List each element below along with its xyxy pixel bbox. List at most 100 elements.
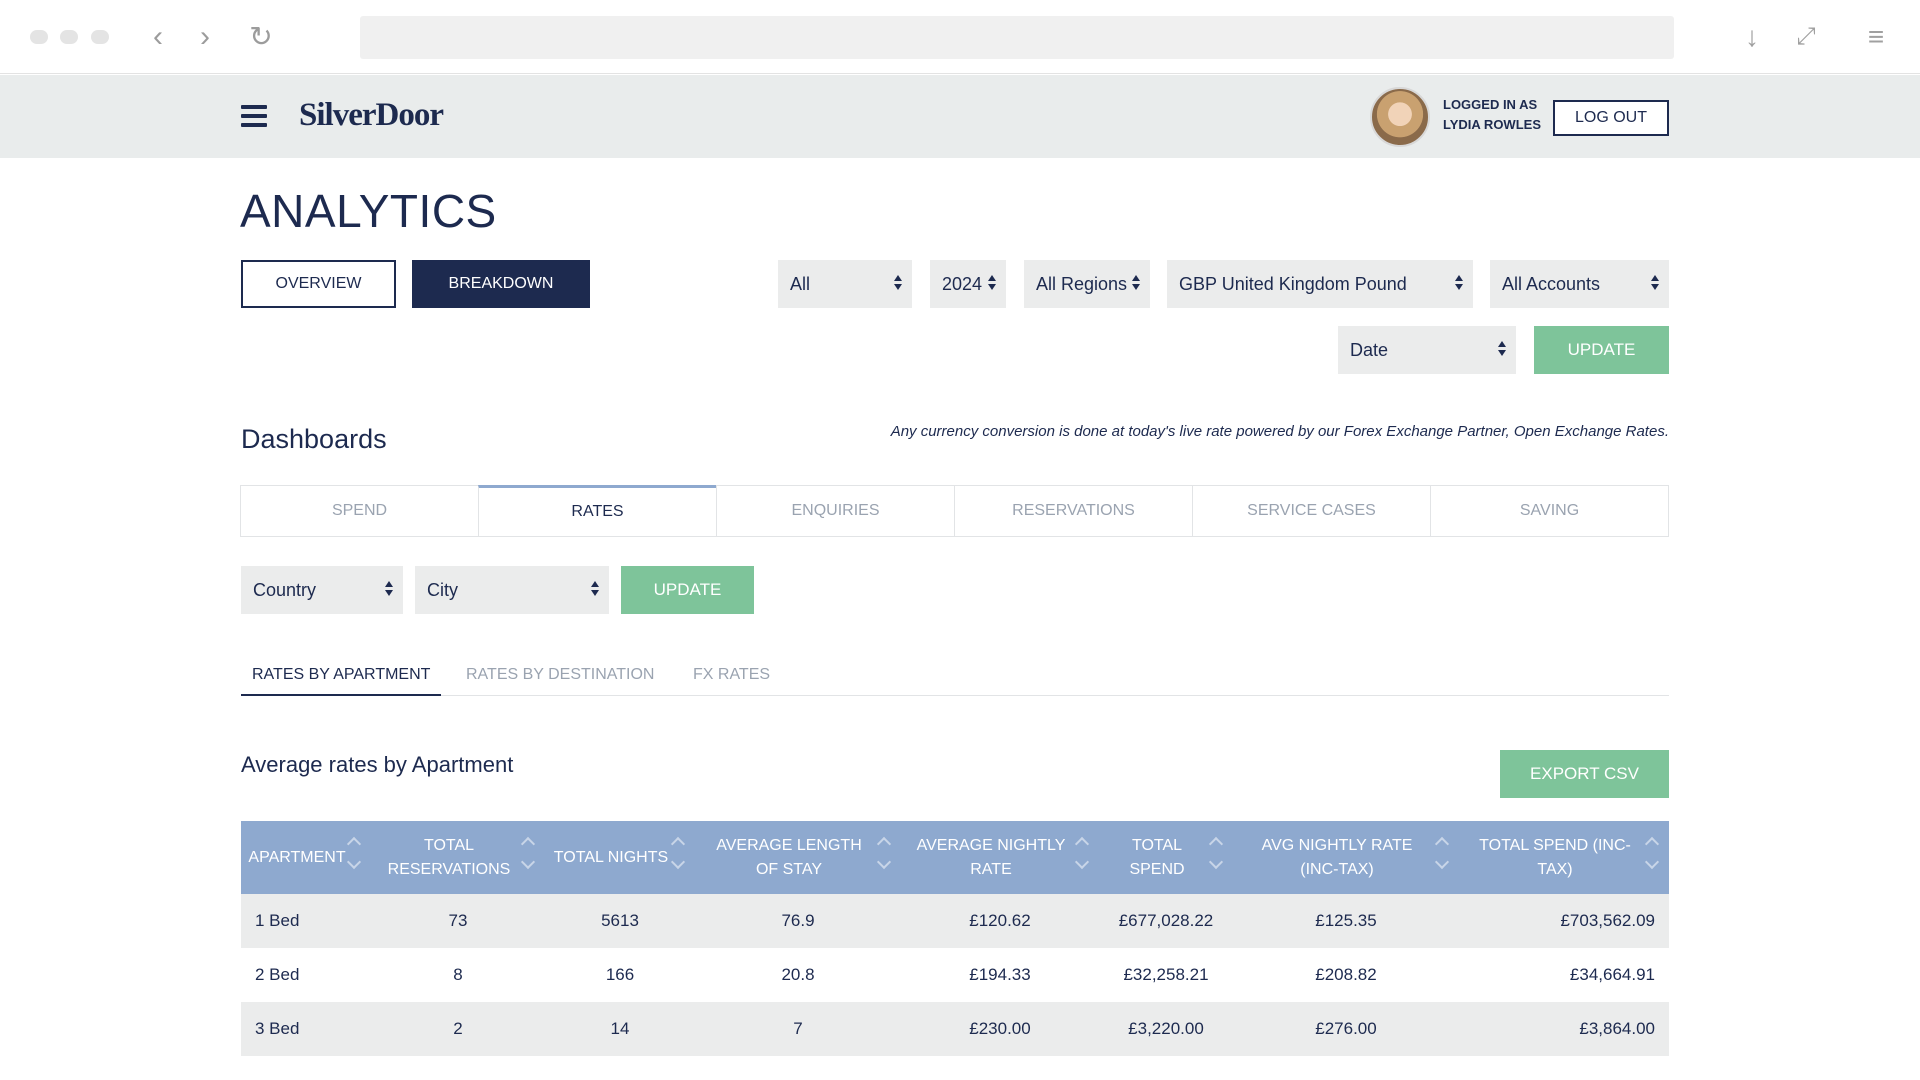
reload-icon[interactable]: ↻ <box>244 20 278 54</box>
column-header-total-nights[interactable]: TOTAL NIGHTS <box>545 821 695 894</box>
tab-reservations[interactable]: RESERVATIONS <box>954 485 1193 537</box>
logged-in-line-1: LOGGED IN AS <box>1443 97 1538 112</box>
logout-button[interactable]: LOG OUT <box>1553 100 1669 136</box>
table-cell: 76.9 <box>781 911 815 930</box>
subtab-rates-by-apartment[interactable]: RATES BY APARTMENT <box>241 666 442 696</box>
sort-icon[interactable] <box>349 839 363 873</box>
table-cell: 7 <box>793 1019 803 1038</box>
sort-icon[interactable] <box>879 839 893 873</box>
table-cell: £34,664.91 <box>1569 965 1655 984</box>
column-header-total-reservations[interactable]: TOTAL RESERVATIONS <box>371 821 545 894</box>
sort-by-select[interactable]: Date <box>1338 326 1516 374</box>
table-cell: £276.00 <box>1315 1019 1377 1038</box>
currency-select[interactable]: GBP United Kingdom Pound <box>1167 260 1473 308</box>
rates-subtabs: RATES BY APARTMENT RATES BY DESTINATION … <box>241 660 1669 696</box>
table-cell: 2 Bed <box>255 965 300 984</box>
column-header-average-length-of-stay[interactable]: AVERAGE LENGTH OF STAY <box>695 821 901 894</box>
select-arrows-icon <box>894 275 902 293</box>
country-select-value: Country <box>253 579 317 600</box>
year-select[interactable]: 2024 <box>930 260 1006 308</box>
tab-service-cases[interactable]: SERVICE CASES <box>1192 485 1431 537</box>
column-header-avg-nightly-rate-inc-tax[interactable]: AVG NIGHTLY RATE (INC-TAX) <box>1233 821 1459 894</box>
select-arrows-icon <box>988 275 996 293</box>
city-select-value: City <box>427 579 458 600</box>
column-header-label: TOTAL SPEND (INC-TAX) <box>1479 836 1631 878</box>
sort-by-select-value: Date <box>1350 339 1389 360</box>
table-row[interactable]: 1 Bed 73 5613 76.9 £120.62 £677,028.22 £… <box>241 894 1669 948</box>
logged-in-label: LOGGED IN AS LYDIA ROWLES <box>1443 95 1541 135</box>
export-csv-button[interactable]: EXPORT CSV <box>1500 750 1669 798</box>
page-title: ANALYTICS <box>240 185 497 237</box>
sort-icon[interactable] <box>673 839 687 873</box>
filters-update-button[interactable]: UPDATE <box>1534 326 1669 374</box>
period-select[interactable]: All <box>778 260 912 308</box>
currency-select-value: GBP United Kingdom Pound <box>1179 273 1407 294</box>
column-header-average-nightly-rate[interactable]: AVERAGE NIGHTLY RATE <box>901 821 1099 894</box>
table-cell: 14 <box>610 1019 630 1038</box>
table-cell: £125.35 <box>1315 911 1377 930</box>
table-row[interactable]: 3 Bed 2 14 7 £230.00 £3,220.00 £276.00 £… <box>241 1002 1669 1056</box>
silverdoor-logo[interactable]: SilverDoor <box>299 97 444 134</box>
expand-icon[interactable]: ⤢ <box>1788 20 1824 54</box>
subtab-fx-rates[interactable]: FX RATES <box>693 666 770 696</box>
browser-menu-icon[interactable]: ≡ <box>1858 20 1894 54</box>
sort-icon[interactable] <box>1647 839 1661 873</box>
tab-spend[interactable]: SPEND <box>240 485 479 537</box>
table-cell: 73 <box>448 911 468 930</box>
sort-icon[interactable] <box>523 839 537 873</box>
select-arrows-icon <box>591 581 599 599</box>
country-select[interactable]: Country <box>241 566 403 614</box>
table-cell: £120.62 <box>969 911 1031 930</box>
table-cell: 2 <box>453 1019 463 1038</box>
address-bar[interactable] <box>360 16 1674 59</box>
window-dot-close[interactable] <box>30 30 48 44</box>
table-cell: £194.33 <box>969 965 1031 984</box>
location-update-button[interactable]: UPDATE <box>621 566 754 614</box>
table-cell: £703,562.09 <box>1560 911 1655 930</box>
column-header-label: TOTAL NIGHTS <box>553 848 669 866</box>
table-cell: 8 <box>453 965 463 984</box>
column-header-label: AVERAGE LENGTH OF STAY <box>716 836 862 878</box>
back-arrow-icon[interactable]: ‹ <box>141 20 175 54</box>
download-icon[interactable]: ↓ <box>1734 20 1770 54</box>
city-select[interactable]: City <box>415 566 609 614</box>
tab-rates[interactable]: RATES <box>478 485 717 537</box>
accounts-select-value: All Accounts <box>1502 273 1601 294</box>
tab-saving[interactable]: SAVING <box>1430 485 1669 537</box>
table-cell: 3 Bed <box>255 1019 300 1038</box>
user-avatar <box>1370 87 1430 147</box>
table-cell: £3,220.00 <box>1128 1019 1204 1038</box>
subtab-rates-by-destination[interactable]: RATES BY DESTINATION <box>466 666 654 696</box>
table-row[interactable]: 2 Bed 8 166 20.8 £194.33 £32,258.21 £208… <box>241 948 1669 1002</box>
table-cell: £32,258.21 <box>1123 965 1209 984</box>
accounts-select[interactable]: All Accounts <box>1490 260 1669 308</box>
sort-icon[interactable] <box>1437 839 1451 873</box>
overview-button[interactable]: OVERVIEW <box>241 260 396 308</box>
table-cell: 1 Bed <box>255 911 300 930</box>
window-dot-maximize[interactable] <box>91 30 109 44</box>
select-arrows-icon <box>1651 275 1659 293</box>
column-header-label: TOTAL RESERVATIONS <box>387 836 511 878</box>
column-header-apartment[interactable]: APARTMENT <box>241 821 371 894</box>
dashboards-title: Dashboards <box>241 424 387 454</box>
column-header-total-spend[interactable]: TOTAL SPEND <box>1099 821 1233 894</box>
select-arrows-icon <box>1132 275 1140 293</box>
table-cell: 166 <box>605 965 635 984</box>
column-header-total-spend-inc-tax[interactable]: TOTAL SPEND (INC-TAX) <box>1459 821 1669 894</box>
hamburger-menu-icon[interactable] <box>241 105 267 127</box>
select-arrows-icon <box>1455 275 1463 293</box>
period-select-value: All <box>790 273 811 294</box>
forward-arrow-icon[interactable]: › <box>188 20 222 54</box>
sort-icon[interactable] <box>1077 839 1091 873</box>
breakdown-button[interactable]: BREAKDOWN <box>412 260 590 308</box>
tab-enquiries[interactable]: ENQUIRIES <box>716 485 955 537</box>
logged-in-user-name: LYDIA ROWLES <box>1443 117 1541 132</box>
sort-icon[interactable] <box>1211 839 1225 873</box>
window-dot-minimize[interactable] <box>60 30 78 44</box>
region-select[interactable]: All Regions <box>1024 260 1150 308</box>
column-header-label: TOTAL SPEND <box>1129 836 1185 878</box>
table-cell: £3,864.00 <box>1579 1019 1655 1038</box>
year-select-value: 2024 <box>942 273 983 294</box>
table-header: APARTMENT TOTAL RESERVATIONS TOTAL NIGHT… <box>241 821 1669 894</box>
fx-conversion-note: Any currency conversion is done at today… <box>890 423 1669 440</box>
